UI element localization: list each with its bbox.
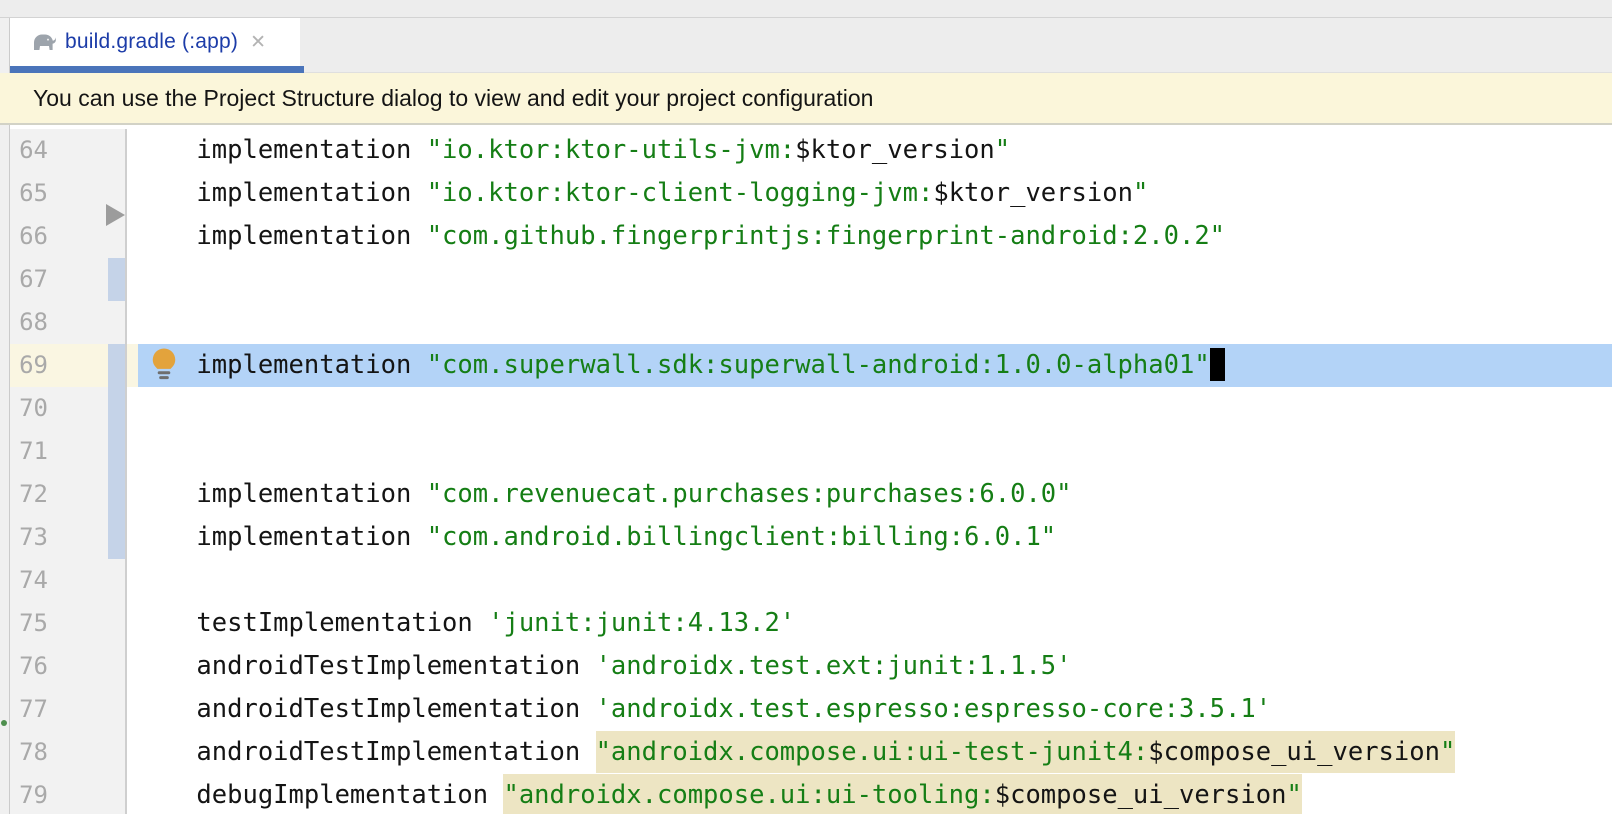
notification-banner: You can use the Project Structure dialog… (0, 73, 1612, 125)
window-top-bar (0, 0, 1612, 18)
gutter: 64 (10, 129, 127, 172)
code-text: debugImplementation "androidx.compose.ui… (127, 774, 1612, 814)
intention-bulb-icon[interactable] (149, 347, 179, 387)
code-line[interactable]: 69 implementation "com.superwall.sdk:sup… (10, 344, 1612, 387)
gutter: 66 (10, 215, 127, 258)
code-line-content[interactable] (127, 258, 1612, 301)
code-line[interactable]: 67 (10, 258, 1612, 301)
code-line[interactable]: 78 androidTestImplementation "androidx.c… (10, 731, 1612, 774)
code-line[interactable]: 79 debugImplementation "androidx.compose… (10, 774, 1612, 814)
code-text: implementation "io.ktor:ktor-client-logg… (127, 172, 1612, 215)
line-number[interactable]: 76 (18, 645, 48, 688)
line-number[interactable]: 65 (18, 172, 48, 215)
line-number[interactable]: 79 (18, 774, 48, 814)
code-line-content[interactable] (127, 430, 1612, 473)
gutter: 79 (10, 774, 127, 814)
code-text: implementation "com.superwall.sdk:superw… (127, 344, 1612, 387)
line-number[interactable]: 67 (18, 258, 48, 301)
gradle-elephant-icon (28, 33, 56, 52)
line-number[interactable]: 64 (18, 129, 48, 172)
code-text: implementation "io.ktor:ktor-utils-jvm:$… (127, 129, 1612, 172)
text-caret (1210, 348, 1225, 381)
line-number[interactable]: 77 (18, 688, 48, 731)
vcs-change-marker (108, 387, 125, 430)
code-line-content[interactable]: implementation "com.github.fingerprintjs… (127, 215, 1612, 258)
tab-close-icon[interactable]: ✕ (250, 33, 266, 52)
code-line-content[interactable]: androidTestImplementation "androidx.comp… (127, 731, 1612, 774)
gutter: 72 (10, 473, 127, 516)
line-number[interactable]: 72 (18, 473, 48, 516)
left-gutter-rail (0, 18, 10, 814)
code-editor: 64 implementation "io.ktor:ktor-utils-jv… (10, 125, 1612, 814)
code-line-content[interactable]: implementation "io.ktor:ktor-utils-jvm:$… (127, 129, 1612, 172)
code-line-content[interactable]: implementation "com.android.billingclien… (127, 516, 1612, 559)
banner-text: You can use the Project Structure dialog… (33, 85, 873, 112)
code-line-content[interactable]: implementation "io.ktor:ktor-client-logg… (127, 172, 1612, 215)
code-line[interactable]: 66 implementation "com.github.fingerprin… (10, 215, 1612, 258)
line-number[interactable]: 71 (18, 430, 48, 473)
tab-build-gradle[interactable]: build.gradle (:app) ✕ (10, 18, 300, 66)
line-number[interactable]: 68 (18, 301, 48, 344)
code-line-content[interactable]: androidTestImplementation 'androidx.test… (127, 688, 1612, 731)
code-line[interactable]: 68 (10, 301, 1612, 344)
gutter: 73 (10, 516, 127, 559)
gutter: 71 (10, 430, 127, 473)
vcs-change-marker (108, 473, 125, 516)
code-text: testImplementation 'junit:junit:4.13.2' (127, 602, 1612, 645)
code-text: androidTestImplementation 'androidx.test… (127, 688, 1612, 731)
line-number[interactable]: 75 (18, 602, 48, 645)
tab-title: build.gradle (:app) (65, 30, 238, 54)
code-line[interactable]: 70 (10, 387, 1612, 430)
code-line[interactable]: 65 implementation "io.ktor:ktor-client-l… (10, 172, 1612, 215)
code-line-content[interactable]: implementation "com.revenuecat.purchases… (127, 473, 1612, 516)
annotation-dot (1, 720, 7, 726)
gutter: 70 (10, 387, 127, 430)
code-line-content[interactable]: androidTestImplementation 'androidx.test… (127, 645, 1612, 688)
vcs-change-marker (108, 344, 125, 387)
gutter: 77 (10, 688, 127, 731)
code-line-content[interactable] (127, 301, 1612, 344)
code-line-content[interactable]: implementation "com.superwall.sdk:superw… (127, 344, 1612, 387)
code-text: implementation "com.github.fingerprintjs… (127, 215, 1612, 258)
gutter: 69 (10, 344, 127, 387)
gutter: 76 (10, 645, 127, 688)
gutter: 74 (10, 559, 127, 602)
active-tab-underline (10, 66, 304, 73)
gutter: 75 (10, 602, 127, 645)
code-text: androidTestImplementation 'androidx.test… (127, 645, 1612, 688)
code-line-content[interactable]: testImplementation 'junit:junit:4.13.2' (127, 602, 1612, 645)
code-line[interactable]: 76 androidTestImplementation 'androidx.t… (10, 645, 1612, 688)
line-number[interactable]: 78 (18, 731, 48, 774)
code-line-content[interactable] (127, 559, 1612, 602)
line-number[interactable]: 69 (18, 344, 48, 387)
code-line[interactable]: 72 implementation "com.revenuecat.purcha… (10, 473, 1612, 516)
gutter: 68 (10, 301, 127, 344)
line-number[interactable]: 66 (18, 215, 48, 258)
code-text: implementation "com.android.billingclien… (127, 516, 1612, 559)
code-line[interactable]: 71 (10, 430, 1612, 473)
code-text: androidTestImplementation "androidx.comp… (127, 731, 1612, 774)
code-line[interactable]: 74 (10, 559, 1612, 602)
code-line[interactable]: 75 testImplementation 'junit:junit:4.13.… (10, 602, 1612, 645)
line-number[interactable]: 73 (18, 516, 48, 559)
vcs-change-marker (108, 516, 125, 559)
vcs-change-marker (108, 430, 125, 473)
line-number[interactable]: 70 (18, 387, 48, 430)
gutter: 78 (10, 731, 127, 774)
code-line-content[interactable] (127, 387, 1612, 430)
gutter-triangle-icon[interactable] (106, 204, 125, 226)
vcs-change-marker (108, 258, 125, 301)
code-line[interactable]: 73 implementation "com.android.billingcl… (10, 516, 1612, 559)
code-line[interactable]: 64 implementation "io.ktor:ktor-utils-jv… (10, 129, 1612, 172)
code-text: implementation "com.revenuecat.purchases… (127, 473, 1612, 516)
code-line[interactable]: 77 androidTestImplementation 'androidx.t… (10, 688, 1612, 731)
line-number[interactable]: 74 (18, 559, 48, 602)
editor-tab-bar: build.gradle (:app) ✕ (10, 18, 1612, 73)
gutter: 67 (10, 258, 127, 301)
code-line-content[interactable]: debugImplementation "androidx.compose.ui… (127, 774, 1612, 814)
